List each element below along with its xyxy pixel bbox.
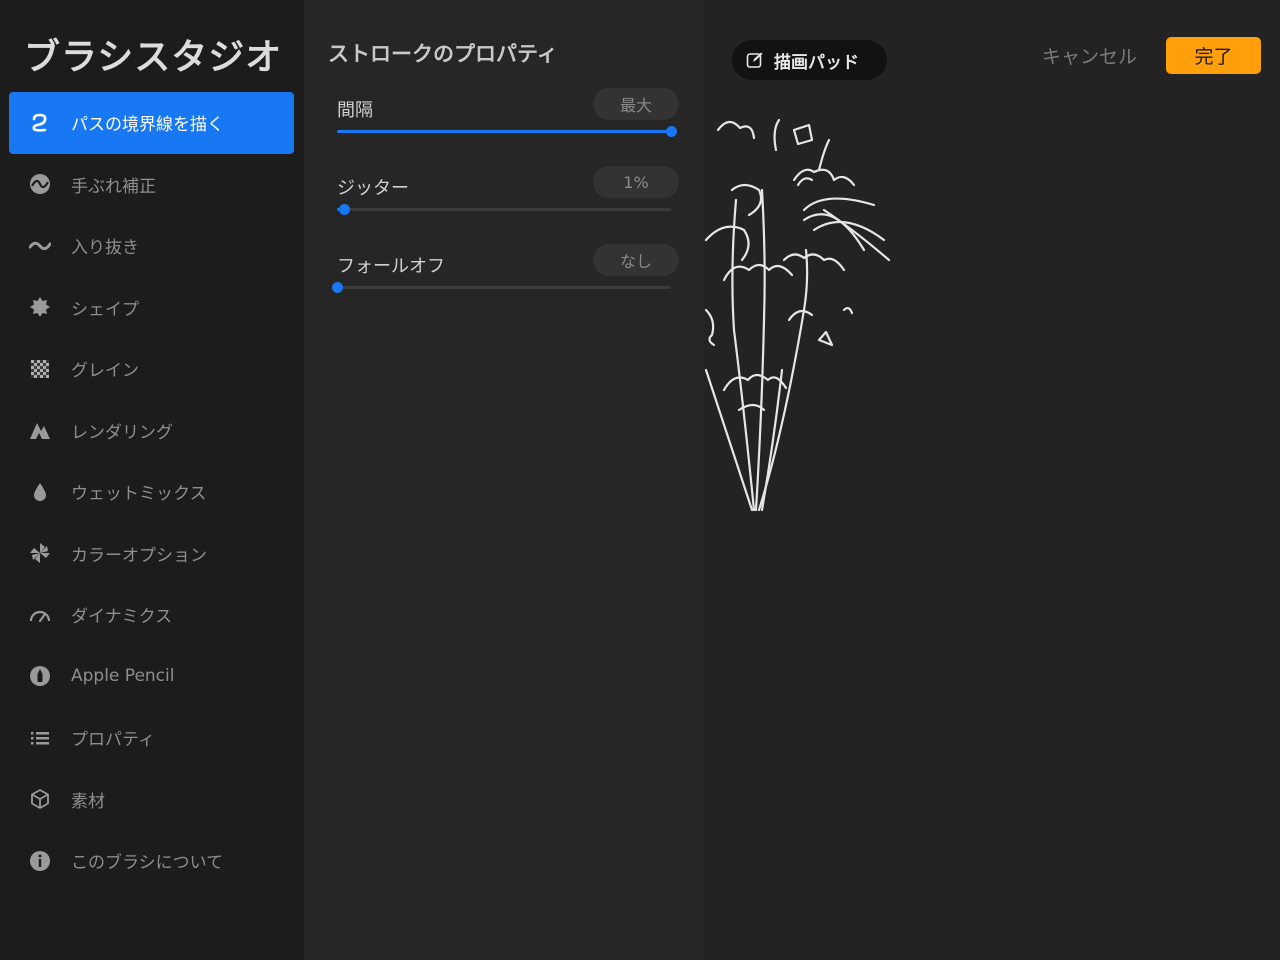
sidebar-item-rendering[interactable]: レンダリング [9, 400, 294, 462]
sidebar-item-label: 手ぶれ補正 [71, 176, 156, 197]
sidebar-item-label: ダイナミクス [71, 607, 173, 628]
app-title: ブラシスタジオ [24, 37, 283, 78]
sidebar-item-label: プロパティ [71, 730, 155, 751]
setting-spacing: 間隔 最大 [337, 88, 679, 148]
sidebar-item-label: 入り抜き [71, 238, 139, 259]
slider-fill [337, 130, 671, 133]
sidebar-item-label: カラーオプション [71, 545, 207, 566]
panel-title: ストロークのプロパティ [328, 42, 558, 66]
sidebar-item-about[interactable]: このブラシについて [9, 830, 294, 892]
setting-value[interactable]: 1% [593, 166, 679, 198]
slider-knob[interactable] [338, 204, 350, 215]
sidebar-item-stroke-path[interactable]: パスの境界線を描く [9, 92, 294, 154]
stroke-properties-panel: ストロークのプロパティ 間隔 最大 ジッター 1% フォールオフ なし [304, 0, 704, 960]
cancel-button[interactable]: キャンセル [1042, 42, 1137, 69]
sidebar-item-label: Apple Pencil [71, 666, 175, 687]
flower-sketch [704, 118, 891, 512]
done-button[interactable]: 完了 [1166, 37, 1261, 74]
sidebar-item-dynamics[interactable]: ダイナミクス [9, 584, 294, 646]
drawing-pad-label: 描画パッド [774, 52, 859, 73]
sidebar-item-label: ウェットミックス [71, 484, 207, 505]
setting-label: 間隔 [337, 100, 373, 121]
sidebar-item-wet-mix[interactable]: ウェットミックス [9, 461, 294, 523]
properties-icon [29, 727, 51, 749]
sidebar-item-label: レンダリング [71, 422, 173, 443]
sidebar-item-apple-pencil[interactable]: Apple Pencil [9, 646, 294, 708]
dynamics-icon [29, 604, 51, 626]
sidebar-item-label: シェイプ [71, 299, 139, 320]
stabilization-icon [29, 173, 51, 195]
slider-knob[interactable] [666, 126, 677, 137]
jitter-slider[interactable] [337, 204, 671, 215]
color-options-icon [29, 542, 51, 564]
sidebar-item-label: このブラシについて [71, 853, 224, 874]
wet-mix-icon [29, 481, 51, 503]
drawing-pad[interactable]: 描画パッド キャンセル 完了 [704, 0, 1280, 960]
setting-label: ジッター [337, 178, 409, 199]
sidebar-item-label: パスの境界線を描く [71, 115, 224, 136]
setting-jitter: ジッター 1% [337, 166, 679, 226]
setting-label: フォールオフ [337, 256, 445, 277]
edit-icon [746, 52, 763, 68]
spacing-slider[interactable] [337, 126, 677, 137]
grain-icon [29, 358, 51, 380]
sidebar: ブラシスタジオ パスの境界線を描く 手ぶれ補正 入り抜き シェイプ グレイン レ… [0, 0, 304, 960]
taper-icon [29, 235, 51, 257]
setting-value[interactable]: 最大 [593, 88, 679, 120]
rendering-icon [29, 419, 51, 441]
shape-icon [29, 296, 51, 318]
falloff-slider[interactable] [332, 282, 671, 293]
setting-falloff: フォールオフ なし [332, 244, 679, 304]
apple-pencil-icon [29, 665, 51, 687]
stroke-path-icon [29, 112, 51, 134]
sidebar-item-color-options[interactable]: カラーオプション [9, 523, 294, 585]
info-icon [29, 850, 51, 872]
sidebar-item-stabilization[interactable]: 手ぶれ補正 [9, 154, 294, 216]
sidebar-item-label: グレイン [71, 361, 139, 382]
materials-icon [29, 788, 51, 810]
sidebar-item-shape[interactable]: シェイプ [9, 277, 294, 339]
sidebar-item-properties[interactable]: プロパティ [9, 707, 294, 769]
sidebar-item-grain[interactable]: グレイン [9, 338, 294, 400]
slider-knob[interactable] [332, 282, 343, 293]
sidebar-item-taper[interactable]: 入り抜き [9, 215, 294, 277]
sidebar-item-label: 素材 [71, 791, 105, 812]
setting-value[interactable]: なし [593, 244, 679, 276]
sidebar-item-materials[interactable]: 素材 [9, 769, 294, 831]
sidebar-nav: パスの境界線を描く 手ぶれ補正 入り抜き シェイプ グレイン レンダリング ウェ… [9, 92, 294, 892]
drawing-pad-badge[interactable]: 描画パッド [732, 40, 887, 80]
